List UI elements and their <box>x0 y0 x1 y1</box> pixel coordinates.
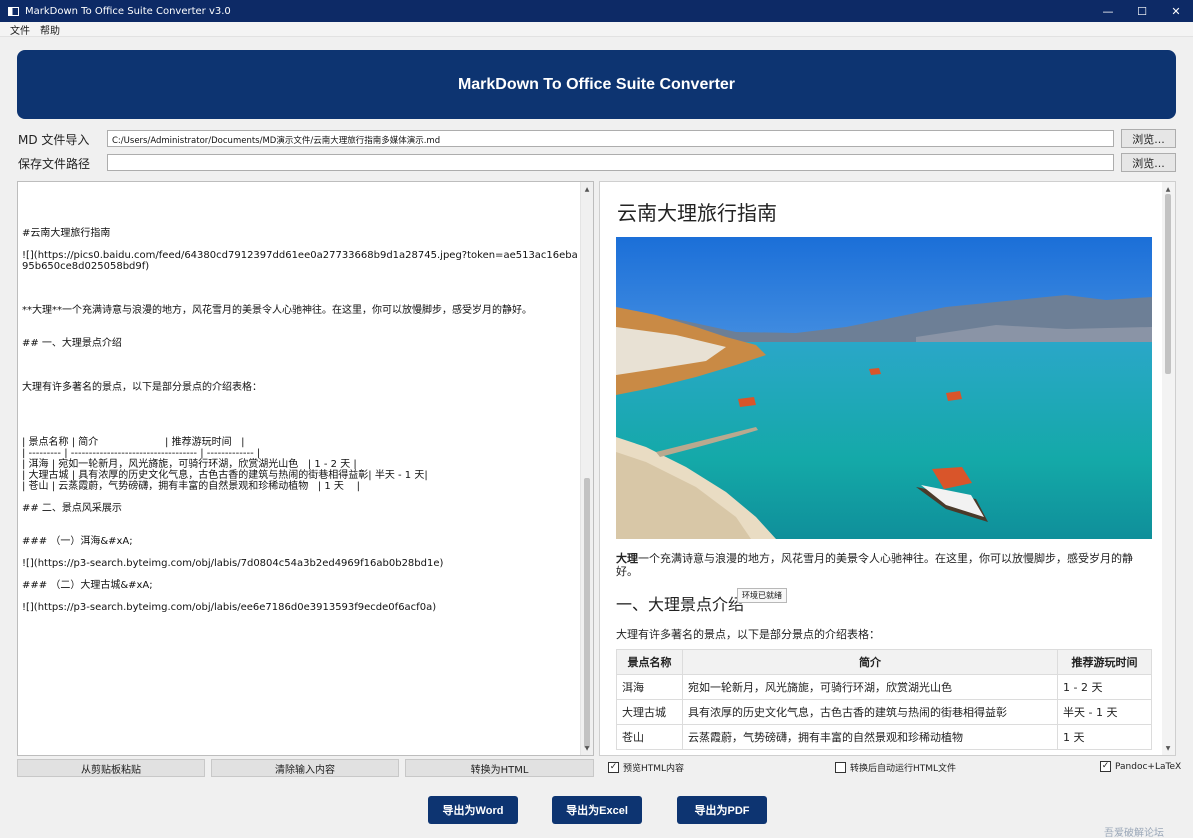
table-cell: 具有浓厚的历史文化气息，古色古香的建筑与热闹的街巷相得益彰 <box>682 699 1058 725</box>
dali-erhai-photo <box>616 237 1152 539</box>
table-header-cell: 景点名称 <box>616 649 683 675</box>
preview-attractions-table: 景点名称 简介 推荐游玩时间 洱海 宛如一轮新月，风光旖旎，可骑行环湖，欣赏湖光… <box>616 649 1152 750</box>
auto-run-html-checkbox[interactable]: 转换后自动运行HTML文件 <box>835 761 956 774</box>
table-cell: 半天 - 1 天 <box>1057 699 1152 725</box>
scroll-up-icon[interactable]: ▲ <box>581 183 593 195</box>
convert-html-button[interactable]: 转换为HTML <box>405 759 594 777</box>
options-bar: ✓ 预览HTML内容 转换后自动运行HTML文件 ✓ Pandoc+LaTeX <box>603 760 1181 776</box>
table-cell: 苍山 <box>616 724 683 750</box>
checkbox-checked-icon[interactable]: ✓ <box>1100 761 1111 772</box>
preview-paragraph: 大理一个充满诗意与浪漫的地方，风花雪月的美景令人心驰神往。在这里，你可以放慢脚步… <box>616 552 1152 578</box>
markdown-editor[interactable]: #云南大理旅行指南 ![](https://pics0.baidu.com/fe… <box>17 181 594 756</box>
scroll-down-icon[interactable]: ▼ <box>581 742 593 754</box>
table-header-cell: 推荐游玩时间 <box>1057 649 1152 675</box>
close-button[interactable]: ✕ <box>1159 0 1193 22</box>
md-file-path-input[interactable]: C:/Users/Administrator/Documents/MD演示文件/… <box>107 130 1114 147</box>
export-excel-button[interactable]: 导出为Excel <box>552 796 642 824</box>
preview-heading-2: 一、大理景点介绍 <box>616 595 745 614</box>
auto-run-html-label: 转换后自动运行HTML文件 <box>850 764 957 774</box>
export-word-button[interactable]: 导出为Word <box>428 796 518 824</box>
forum-watermark: 吾爱破解论坛 <box>1104 828 1164 838</box>
maximize-button[interactable]: ☐ <box>1125 0 1159 22</box>
table-header-cell: 简介 <box>682 649 1058 675</box>
app-banner: MarkDown To Office Suite Converter <box>17 50 1176 119</box>
scroll-down-icon[interactable]: ▼ <box>1162 742 1174 754</box>
preview-html-checkbox[interactable]: ✓ 预览HTML内容 <box>608 761 684 774</box>
menu-help[interactable]: 帮助 <box>35 22 65 37</box>
preview-html-label: 预览HTML内容 <box>623 764 685 774</box>
paste-clipboard-button[interactable]: 从剪贴板粘贴 <box>17 759 205 777</box>
markdown-editor-text[interactable]: #云南大理旅行指南 ![](https://pics0.baidu.com/fe… <box>22 228 578 613</box>
preview-intro-text: 大理有许多著名的景点，以下是部分景点的介绍表格： <box>616 628 880 641</box>
window-controls: — ☐ ✕ <box>1091 0 1193 22</box>
pandoc-latex-label: Pandoc+LaTeX <box>1115 761 1182 772</box>
banner-title: MarkDown To Office Suite Converter <box>457 75 736 93</box>
table-cell: 洱海 <box>616 674 683 700</box>
table-row: 大理古城 具有浓厚的历史文化气息，古色古香的建筑与热闹的街巷相得益彰 半天 - … <box>616 699 1152 725</box>
md-browse-button[interactable]: 浏览... <box>1121 129 1176 148</box>
checkbox-unchecked-icon[interactable] <box>835 762 846 773</box>
clear-input-button[interactable]: 清除输入内容 <box>211 759 399 777</box>
menu-file[interactable]: 文件 <box>0 22 35 37</box>
preview-bold-text: 大理 <box>616 552 638 565</box>
lake-landscape-image <box>616 237 1152 539</box>
save-path-label: 保存文件路径 <box>18 157 91 171</box>
preview-scroll-thumb[interactable] <box>1165 194 1171 374</box>
table-cell: 云蒸霞蔚，气势磅礴，拥有丰富的自然景观和珍稀动植物 <box>682 724 1058 750</box>
table-header-row: 景点名称 简介 推荐游玩时间 <box>616 649 1152 675</box>
table-cell: 1 天 <box>1057 724 1152 750</box>
table-cell: 宛如一轮新月，风光旖旎，可骑行环湖，欣赏湖光山色 <box>682 674 1058 700</box>
export-pdf-button[interactable]: 导出为PDF <box>677 796 767 824</box>
save-path-input[interactable] <box>107 154 1114 171</box>
editor-scroll-thumb[interactable] <box>584 478 590 748</box>
app-icon <box>8 6 19 16</box>
preview-scrollbar[interactable]: ▲ ▼ <box>1162 182 1175 755</box>
preview-paragraph-text: 一个充满诗意与浪漫的地方，风花雪月的美景令人心驰神往。在这里，你可以放慢脚步，感… <box>616 552 1133 578</box>
minimize-button[interactable]: — <box>1091 0 1125 22</box>
md-import-label: MD 文件导入 <box>18 133 90 147</box>
editor-scrollbar[interactable]: ▲ ▼ <box>580 182 593 755</box>
checkbox-checked-icon[interactable]: ✓ <box>608 762 619 773</box>
html-preview: 云南大理旅行指南 大理一个充满诗意与浪漫的地方，风花雪月的美景令人心驰神往。在这… <box>599 181 1176 756</box>
menu-bar: 文件 帮助 <box>0 22 1193 37</box>
preview-heading-1: 云南大理旅行指南 <box>617 201 777 225</box>
title-bar: MarkDown To Office Suite Converter v3.0 … <box>0 0 1193 22</box>
table-row: 洱海 宛如一轮新月，风光旖旎，可骑行环湖，欣赏湖光山色 1 - 2 天 <box>616 674 1152 700</box>
save-browse-button[interactable]: 浏览... <box>1121 153 1176 172</box>
status-tooltip: 环境已就绪 <box>737 588 787 603</box>
table-cell: 大理古城 <box>616 699 683 725</box>
window-title: MarkDown To Office Suite Converter v3.0 <box>25 5 231 17</box>
pandoc-latex-checkbox[interactable]: ✓ Pandoc+LaTeX <box>1100 761 1181 772</box>
table-row: 苍山 云蒸霞蔚，气势磅礴，拥有丰富的自然景观和珍稀动植物 1 天 <box>616 724 1152 750</box>
table-cell: 1 - 2 天 <box>1057 674 1152 700</box>
